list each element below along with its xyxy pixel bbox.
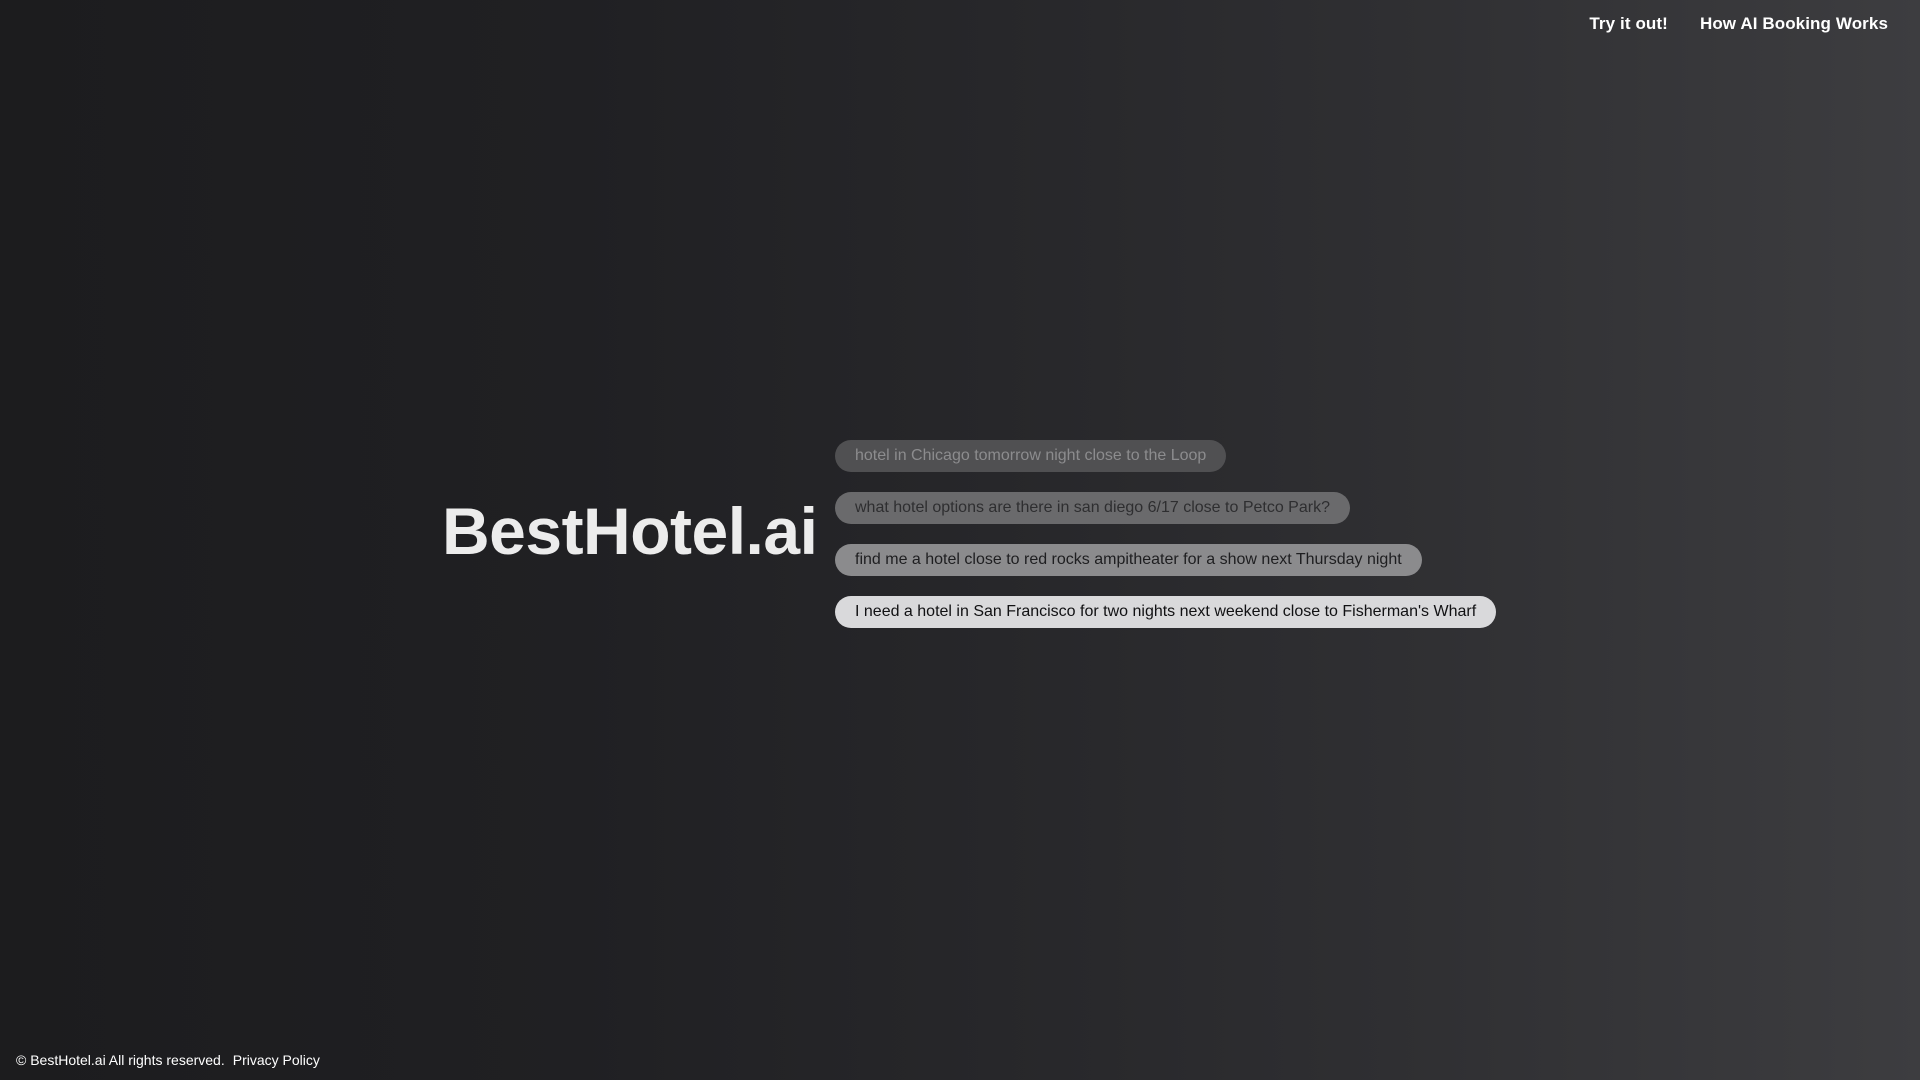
suggestion-pill[interactable]: find me a hotel close to red rocks ampit… [835, 544, 1422, 576]
privacy-policy-link[interactable]: Privacy Policy [233, 1052, 320, 1068]
copyright-text: © BestHotel.ai All rights reserved. [16, 1052, 225, 1068]
suggestion-pill[interactable]: hotel in Chicago tomorrow night close to… [835, 440, 1227, 472]
hero-section: BestHotel.ai hotel in Chicago tomorrow n… [0, 0, 1920, 1080]
suggestion-list: hotel in Chicago tomorrow night close to… [835, 440, 1497, 628]
suggestion-pill[interactable]: what hotel options are there in san dieg… [835, 492, 1350, 524]
suggestion-pill-active[interactable]: I need a hotel in San Francisco for two … [835, 596, 1497, 628]
site-logo: BestHotel.ai [442, 494, 818, 568]
footer: © BestHotel.ai All rights reserved. Priv… [16, 1052, 320, 1068]
